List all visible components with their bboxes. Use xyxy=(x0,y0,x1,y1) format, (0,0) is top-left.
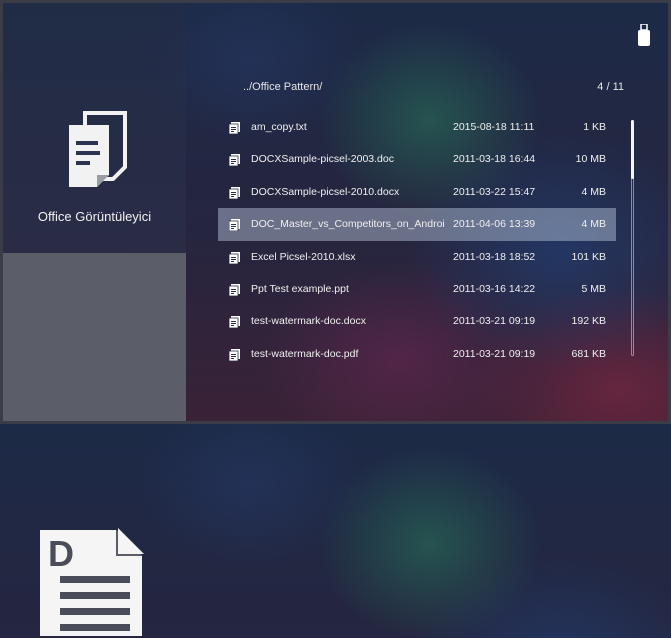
file-date: 2011-03-18 16:44 xyxy=(453,153,536,166)
doc-file-icon: D xyxy=(40,528,144,636)
file-name: test-watermark-doc.pdf xyxy=(251,347,359,360)
document-icon xyxy=(229,186,240,199)
file-size: 1 KB xyxy=(583,121,606,133)
file-date: 2011-03-21 09:19 xyxy=(453,315,536,328)
file-size: 101 KB xyxy=(571,250,606,263)
app-title: Office Görüntüleyici xyxy=(37,209,152,224)
document-icon xyxy=(229,283,240,296)
file-row[interactable]: Excel Picsel-2010.xlsx 2011-03-18 18:52 … xyxy=(218,241,616,273)
usb-drive-icon[interactable] xyxy=(638,24,650,46)
page-indicator: 4 / 11 xyxy=(597,81,624,93)
document-icon xyxy=(229,316,240,329)
document-icon xyxy=(229,251,240,264)
file-row[interactable]: DOCXSample-picsel-2010.docx 2011-03-22 1… xyxy=(218,176,616,208)
file-name: test-watermark-doc.docx xyxy=(251,315,366,328)
file-row-selected[interactable]: DOC_Master_vs_Competitors_on_Androi 2011… xyxy=(218,208,616,241)
file-date: 2011-03-21 09:19 xyxy=(453,347,536,360)
file-date: 2011-03-16 14:22 xyxy=(453,282,536,295)
file-name: Excel Picsel-2010.xlsx xyxy=(251,250,356,263)
file-size: 5 MB xyxy=(581,282,606,295)
breadcrumb-path: ../Office Pattern/ xyxy=(243,81,323,93)
file-row[interactable]: DOCXSample-picsel-2003.doc 2011-03-18 16… xyxy=(218,143,616,175)
file-date: 2011-04-06 13:39 xyxy=(453,218,536,231)
file-size: 4 MB xyxy=(581,185,606,198)
document-icon xyxy=(229,154,240,167)
file-name: DOCXSample-picsel-2010.docx xyxy=(251,185,400,198)
file-row[interactable]: Ppt Test example.ppt 2011-03-16 14:22 5 … xyxy=(218,273,616,305)
file-row[interactable]: am_copy.txt 2015-08-18 11:11 1 KB xyxy=(218,111,616,143)
file-name: DOCXSample-picsel-2003.doc xyxy=(251,153,394,166)
file-name: Ppt Test example.ppt xyxy=(251,282,349,295)
file-size: 4 MB xyxy=(581,218,606,231)
file-size: 681 KB xyxy=(571,347,606,360)
file-row[interactable]: test-watermark-doc.docx 2011-03-21 09:19… xyxy=(218,305,616,337)
file-row[interactable]: test-watermark-doc.pdf 2011-03-21 09:19 … xyxy=(218,338,616,370)
document-icon xyxy=(229,122,240,134)
sidebar: Office Görüntüleyici D xyxy=(3,3,186,636)
file-date: 2015-08-18 11:11 xyxy=(453,121,535,133)
file-size: 10 MB xyxy=(575,153,606,166)
file-name: am_copy.txt xyxy=(251,121,307,133)
file-preview-panel: D xyxy=(3,253,186,636)
file-date: 2011-03-22 15:47 xyxy=(453,185,536,198)
doc-letter: D xyxy=(48,533,74,574)
document-icon xyxy=(229,219,240,232)
file-name: DOC_Master_vs_Competitors_on_Androi xyxy=(251,218,445,231)
document-stack-icon xyxy=(69,111,127,187)
document-icon xyxy=(229,348,240,361)
file-list: am_copy.txt 2015-08-18 11:11 1 KB DOCXSa… xyxy=(218,111,616,370)
file-date: 2011-03-18 18:52 xyxy=(453,250,536,263)
file-size: 192 KB xyxy=(571,315,606,328)
scrollbar-thumb[interactable] xyxy=(631,120,634,179)
